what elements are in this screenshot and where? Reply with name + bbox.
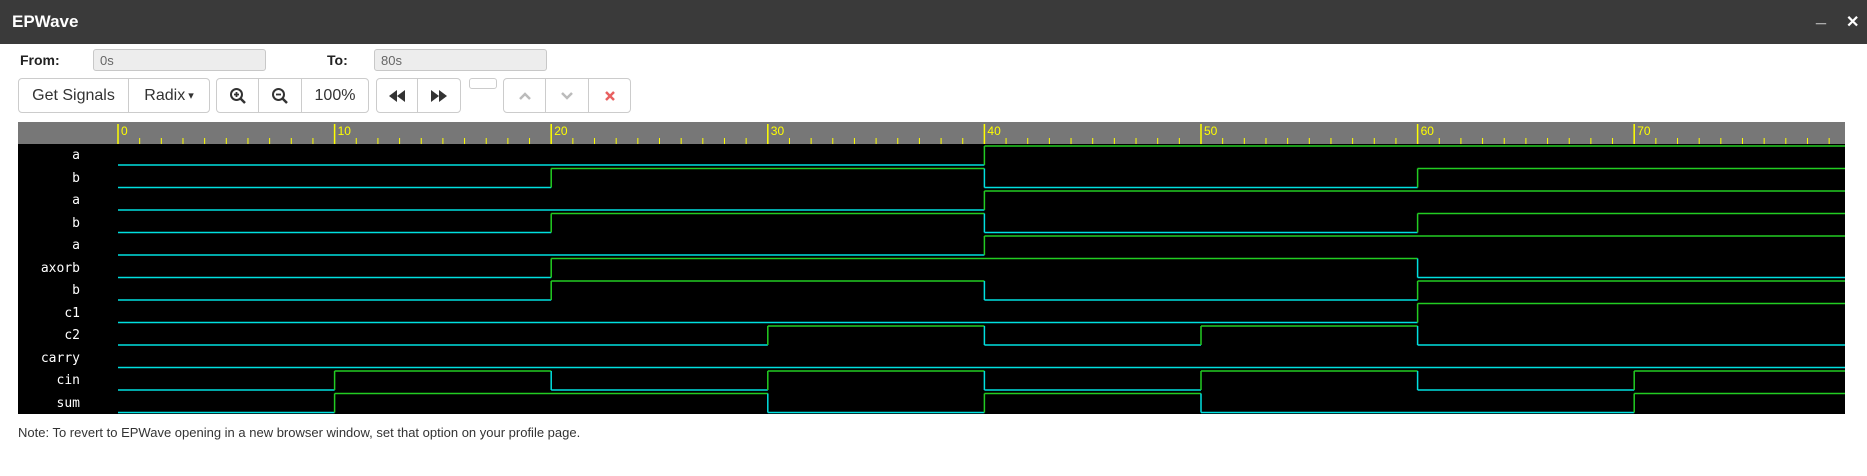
signal-name[interactable]: carry bbox=[18, 351, 80, 367]
tick-label: 70 bbox=[1637, 124, 1651, 138]
signal-name[interactable]: c2 bbox=[18, 328, 80, 344]
waveform-canvas: 0 10 20 30 40 50 60 70 bbox=[117, 124, 1845, 414]
tick-label: 40 bbox=[987, 124, 1001, 138]
signal-name[interactable]: c1 bbox=[18, 306, 80, 322]
signal-name[interactable]: a bbox=[18, 193, 80, 209]
signal-name[interactable]: axorb bbox=[18, 261, 80, 277]
profile-note: Note: To revert to EPWave opening in a n… bbox=[18, 425, 581, 440]
tick-label: 20 bbox=[554, 124, 568, 138]
signal-name[interactable]: b bbox=[18, 283, 80, 299]
signal-name[interactable]: cin bbox=[18, 373, 80, 389]
tick-label: 30 bbox=[771, 124, 785, 138]
signal-name[interactable]: a bbox=[18, 148, 80, 164]
signal-name[interactable]: sum bbox=[18, 396, 80, 412]
tick-label: 50 bbox=[1204, 124, 1218, 138]
signal-name[interactable]: b bbox=[18, 171, 80, 187]
signal-name[interactable]: a bbox=[18, 238, 80, 254]
tick-label: 60 bbox=[1421, 124, 1435, 138]
tick-label: 0 bbox=[121, 124, 128, 138]
tick-label: 10 bbox=[338, 124, 352, 138]
signal-name[interactable]: b bbox=[18, 216, 80, 232]
